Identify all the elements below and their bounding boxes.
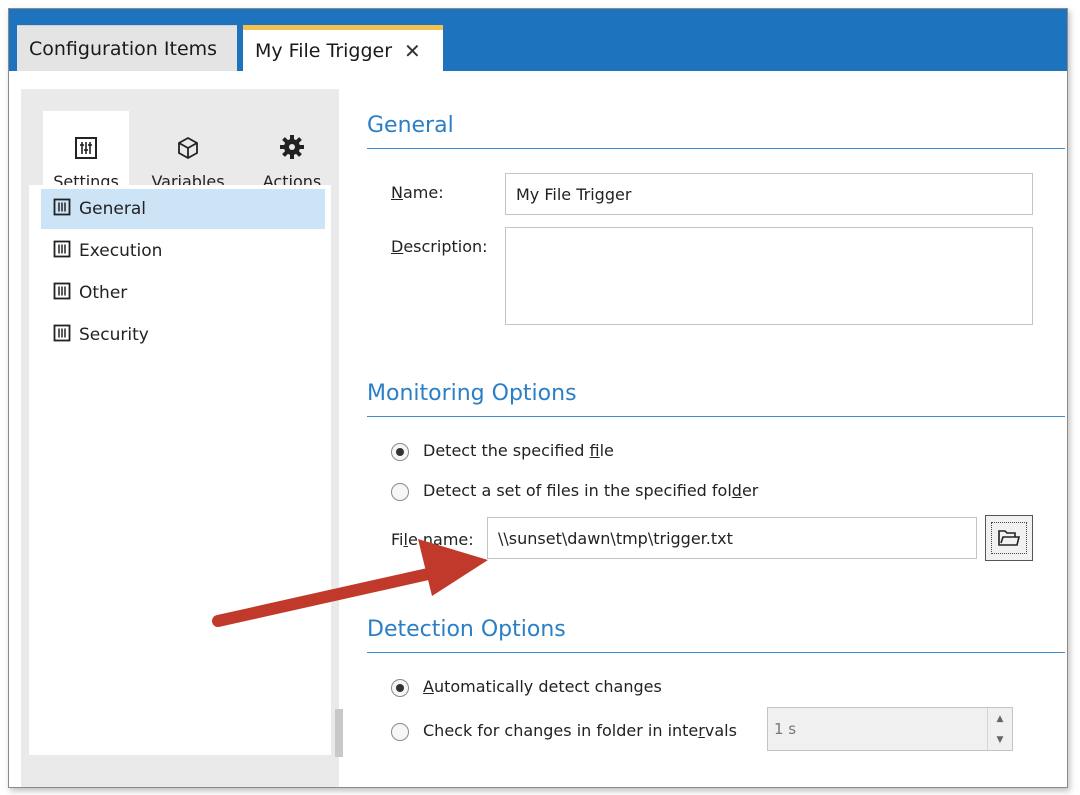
close-icon[interactable]: ✕ <box>404 39 421 63</box>
chevron-up-icon[interactable]: ▲ <box>988 708 1012 729</box>
sidebar-item-label: Security <box>79 325 149 345</box>
content-area: Settings Variables Actions General Execu… <box>9 71 1067 787</box>
folder-open-icon <box>991 522 1027 554</box>
radio-detect-file-label: Detect the specified file <box>423 441 614 460</box>
sidebar-item-label: Execution <box>79 241 163 261</box>
name-label: Name: <box>391 183 444 202</box>
sidebar-list: General Execution Other Security <box>29 185 331 755</box>
filename-field[interactable]: \\sunset\dawn\tmp\trigger.txt <box>487 517 977 559</box>
stepper-buttons: ▲ ▼ <box>987 708 1012 750</box>
sliders-icon <box>53 240 79 263</box>
sidebar-item-other[interactable]: Other <box>41 273 325 313</box>
scrollbar-thumb[interactable] <box>335 709 343 757</box>
tab-configuration-items[interactable]: Configuration Items <box>17 25 237 71</box>
tab-bar: Configuration Items My File Trigger ✕ <box>9 9 1067 71</box>
interval-stepper[interactable]: 1 s ▲ ▼ <box>767 707 1013 751</box>
chevron-down-icon[interactable]: ▼ <box>988 729 1012 750</box>
tab-label: My File Trigger <box>255 39 393 62</box>
sidebar-item-execution[interactable]: Execution <box>41 231 325 271</box>
radio-auto-detect-label: Automatically detect changes <box>423 677 662 696</box>
window: Configuration Items My File Trigger ✕ Se… <box>8 8 1068 788</box>
gear-icon <box>279 134 305 172</box>
section-title-detection: Detection Options <box>367 617 1065 653</box>
radio-check-intervals[interactable] <box>391 723 409 741</box>
cube-icon <box>176 136 200 172</box>
sliders-icon <box>53 324 79 347</box>
sidebar-item-label: Other <box>79 283 128 303</box>
sidebar-item-security[interactable]: Security <box>41 315 325 355</box>
section-title-general: General <box>367 113 1065 149</box>
sidebar-item-label: General <box>79 199 146 219</box>
tab-label: Configuration Items <box>29 37 218 60</box>
radio-detect-file[interactable] <box>391 443 409 461</box>
filename-label: File name: <box>391 530 474 549</box>
description-field[interactable] <box>505 227 1033 325</box>
interval-value: 1 s <box>774 720 797 738</box>
sliders-icon <box>53 282 79 305</box>
radio-detect-folder-label: Detect a set of files in the specified f… <box>423 481 759 500</box>
sidebar-item-general[interactable]: General <box>41 189 325 229</box>
browse-button[interactable] <box>985 515 1033 561</box>
section-title-monitoring: Monitoring Options <box>367 381 1065 417</box>
sliders-icon <box>53 198 79 221</box>
radio-auto-detect[interactable] <box>391 679 409 697</box>
description-label: Description: <box>391 237 488 256</box>
sliders-icon <box>74 136 98 172</box>
tab-my-file-trigger[interactable]: My File Trigger ✕ <box>243 25 443 71</box>
radio-check-intervals-label: Check for changes in folder in intervals <box>423 721 737 740</box>
radio-detect-folder[interactable] <box>391 483 409 501</box>
name-field[interactable]: My File Trigger <box>505 173 1033 215</box>
